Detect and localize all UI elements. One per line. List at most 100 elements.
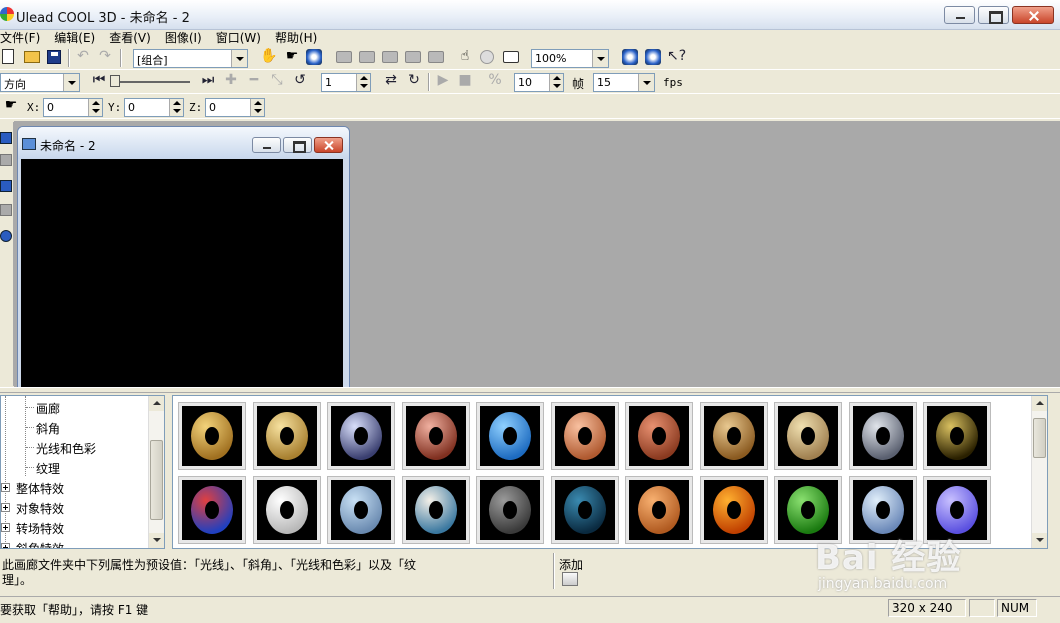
remove-keyframe-icon[interactable]: ━	[245, 71, 263, 89]
insert-graphic-icon[interactable]	[0, 180, 12, 192]
chart-icon[interactable]	[503, 51, 519, 63]
maximize-button[interactable]	[978, 6, 1009, 24]
rotate-hand-icon[interactable]: ☛	[283, 47, 301, 65]
add-keyframe-icon[interactable]: ✚	[222, 71, 240, 89]
document-close-button[interactable]	[314, 137, 343, 153]
tree-item-object-fx[interactable]: 对象特效	[16, 500, 64, 517]
insert-text-icon[interactable]	[0, 132, 12, 144]
align-top-icon[interactable]	[405, 51, 421, 63]
gallery-thumbnail[interactable]	[848, 402, 917, 470]
context-help-icon[interactable]: ↖?	[667, 47, 686, 65]
gallery-thumbnail[interactable]	[476, 402, 544, 470]
close-button[interactable]	[1012, 6, 1054, 24]
scroll-thumb[interactable]	[1033, 418, 1046, 458]
add-to-gallery-icon[interactable]	[562, 572, 578, 586]
redo-icon[interactable]: ↷	[96, 47, 114, 65]
align-right-icon[interactable]	[382, 51, 398, 63]
scroll-down-icon[interactable]	[149, 533, 164, 548]
loop-icon[interactable]: ↺	[291, 71, 309, 89]
gallery-thumbnail[interactable]	[625, 476, 693, 544]
gallery-thumbnail[interactable]	[699, 402, 768, 470]
gallery-thumbnail[interactable]	[476, 476, 544, 544]
document-maximize-button[interactable]	[283, 137, 312, 153]
scroll-thumb[interactable]	[150, 440, 163, 520]
open-folder-icon[interactable]	[24, 51, 40, 63]
align-bottom-icon[interactable]	[428, 51, 444, 63]
chevron-down-icon[interactable]	[231, 50, 247, 67]
menu-help[interactable]: 帮助(H)	[275, 28, 324, 46]
align-left-icon[interactable]	[336, 51, 352, 63]
tree-item-global-fx[interactable]: 整体特效	[16, 480, 64, 497]
repeat-icon[interactable]: ↻	[405, 71, 423, 89]
spin-arrows-icon[interactable]	[549, 74, 563, 91]
minimize-button[interactable]	[944, 6, 975, 24]
y-coordinate-spinner[interactable]: 0	[124, 98, 184, 117]
menu-view[interactable]: 查看(V)	[109, 28, 158, 46]
first-frame-icon[interactable]: ⏮	[90, 71, 108, 89]
new-file-icon[interactable]	[2, 49, 14, 64]
insert-geometric-icon[interactable]	[0, 230, 12, 242]
stop-icon[interactable]: ■	[456, 71, 474, 89]
percent-icon[interactable]: %	[486, 71, 504, 89]
spin-arrows-icon[interactable]	[250, 99, 264, 116]
fps-combo[interactable]: 15	[593, 73, 655, 92]
expand-plus-icon[interactable]	[1, 543, 10, 548]
resize-tool-icon[interactable]	[306, 49, 322, 65]
spin-arrows-icon[interactable]	[169, 99, 183, 116]
gallery-thumbnail[interactable]	[252, 402, 321, 470]
tree-scrollbar[interactable]	[148, 396, 164, 548]
expand-plus-icon[interactable]	[1, 483, 10, 492]
chevron-down-icon[interactable]	[638, 74, 654, 91]
tree-item-bevel-fx[interactable]: 斜角特效	[16, 540, 64, 548]
tree-item-light-color[interactable]: 光线和色彩	[36, 440, 96, 457]
app-icon[interactable]	[0, 7, 14, 21]
direction-combo[interactable]: 方向	[0, 73, 80, 92]
tree-item-texture[interactable]: 纹理	[36, 460, 60, 477]
frame-number-spinner[interactable]: 1	[321, 73, 371, 92]
slider-handle[interactable]	[110, 75, 120, 87]
timeline-slider[interactable]	[110, 75, 190, 87]
document-title-bar[interactable]: 未命名 - 2	[18, 127, 349, 159]
edit-graphic-icon[interactable]	[0, 204, 12, 216]
scroll-up-icon[interactable]	[149, 396, 164, 411]
gallery-thumbnail[interactable]	[774, 402, 842, 470]
frames-spinner[interactable]: 10	[514, 73, 564, 92]
z-coordinate-spinner[interactable]: 0	[205, 98, 265, 117]
zoom-combo[interactable]: 100%	[531, 49, 609, 68]
gallery-thumbnail[interactable]	[327, 476, 395, 544]
menu-file[interactable]: 文件(F)	[0, 28, 47, 46]
spin-arrows-icon[interactable]	[356, 74, 370, 91]
tree-item-transition-fx[interactable]: 转场特效	[16, 520, 64, 537]
gallery-thumbnail[interactable]	[401, 476, 470, 544]
globe-icon[interactable]	[480, 50, 494, 64]
reverse-keyframe-icon[interactable]: ⤡	[268, 71, 286, 89]
pingpong-icon[interactable]: ⇄	[382, 71, 400, 89]
render-canvas[interactable]	[21, 159, 343, 387]
gallery-thumbnail[interactable]	[178, 402, 246, 470]
document-window[interactable]: 未命名 - 2	[17, 126, 350, 388]
gallery-thumbnail[interactable]	[923, 402, 991, 470]
hand-move-icon[interactable]: ✋	[260, 47, 278, 65]
gallery-thumbnail[interactable]	[550, 402, 619, 470]
gallery-thumbnail[interactable]	[401, 402, 470, 470]
expand-plus-icon[interactable]	[1, 523, 10, 532]
tree-item-gallery[interactable]: 画廊	[36, 400, 60, 417]
gallery-thumbnail[interactable]	[178, 476, 246, 544]
spin-arrows-icon[interactable]	[88, 99, 102, 116]
align-center-icon[interactable]	[359, 51, 375, 63]
title-bar[interactable]: Ulead COOL 3D - 未命名 - 2	[0, 0, 1060, 30]
object-settings-icon[interactable]	[622, 49, 638, 65]
chevron-down-icon[interactable]	[63, 74, 79, 91]
position-hand-icon[interactable]: ☛	[2, 96, 20, 114]
menu-image[interactable]: 图像(I)	[165, 28, 209, 46]
menu-edit[interactable]: 编辑(E)	[54, 28, 102, 46]
document-minimize-button[interactable]	[252, 137, 281, 153]
chevron-down-icon[interactable]	[592, 50, 608, 67]
tree-item-bevel[interactable]: 斜角	[36, 420, 60, 437]
edit-text-icon[interactable]	[0, 154, 12, 166]
undo-icon[interactable]: ↶	[74, 47, 92, 65]
gallery-scrollbar[interactable]	[1031, 396, 1047, 548]
gallery-thumbnail[interactable]	[327, 402, 395, 470]
gallery-thumbnail[interactable]	[252, 476, 321, 544]
gallery-thumbnail[interactable]	[699, 476, 768, 544]
